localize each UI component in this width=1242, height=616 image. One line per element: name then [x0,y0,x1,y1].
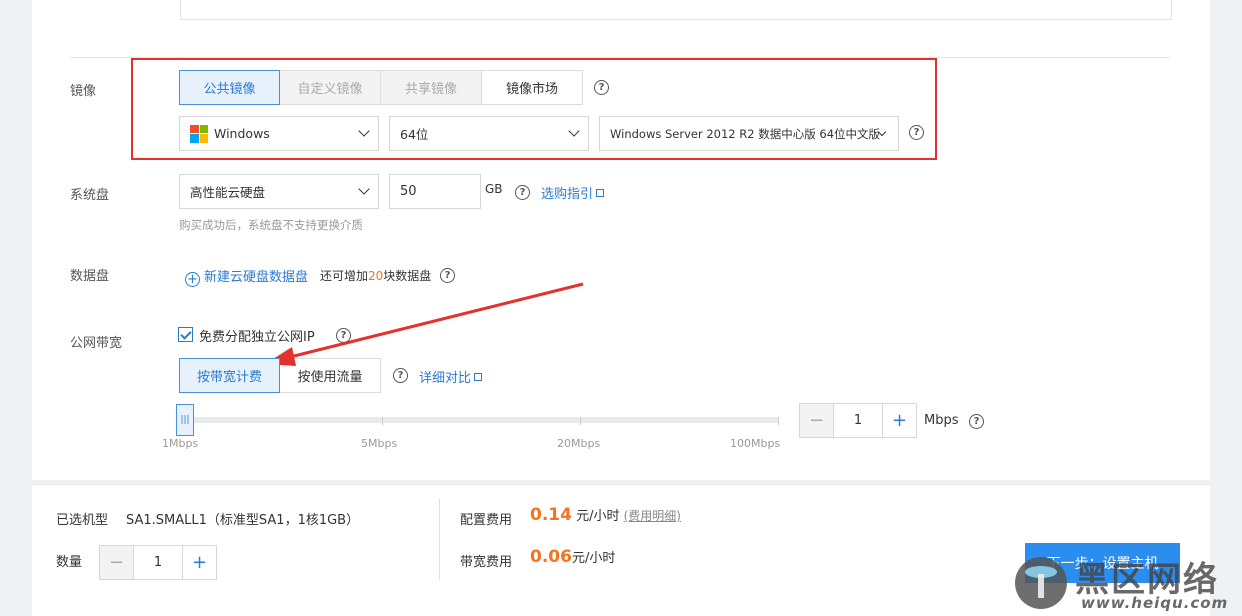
model-value: SA1.SMALL1（标准型SA1，1核1GB） [126,513,360,528]
bandwidth-fee: 0.06元/小时 [530,547,615,567]
quantity-input[interactable]: 1 [134,546,182,579]
watermark: 黑区网络 www.heiqu.com [1005,550,1242,616]
model-label: 已选机型 [56,513,109,528]
quantity-decrement-button[interactable]: − [100,546,134,579]
config-fee-value: 0.14 [530,505,572,525]
config-fee-label: 配置费用 [460,513,513,528]
footer-divider [439,499,440,579]
fee-detail-link[interactable]: (费用明细) [624,509,681,523]
watermark-url: www.heiqu.com [1081,594,1229,612]
bandwidth-fee-value: 0.06 [530,547,572,567]
bandwidth-fee-unit: 元/小时 [571,551,616,566]
tab-public-image[interactable]: 公共镜像 [179,70,280,105]
quantity-stepper: − 1 + [99,545,217,580]
config-fee-unit: 元/小时 [576,509,620,524]
tab-bill-by-bandwidth[interactable]: 按带宽计费 [179,358,280,393]
quantity-label: 数量 [56,555,83,570]
config-fee: 0.14 元/小时 (费用明细) [530,505,681,525]
quantity-increment-button[interactable]: + [182,546,216,579]
bandwidth-fee-label: 带宽费用 [460,555,513,570]
